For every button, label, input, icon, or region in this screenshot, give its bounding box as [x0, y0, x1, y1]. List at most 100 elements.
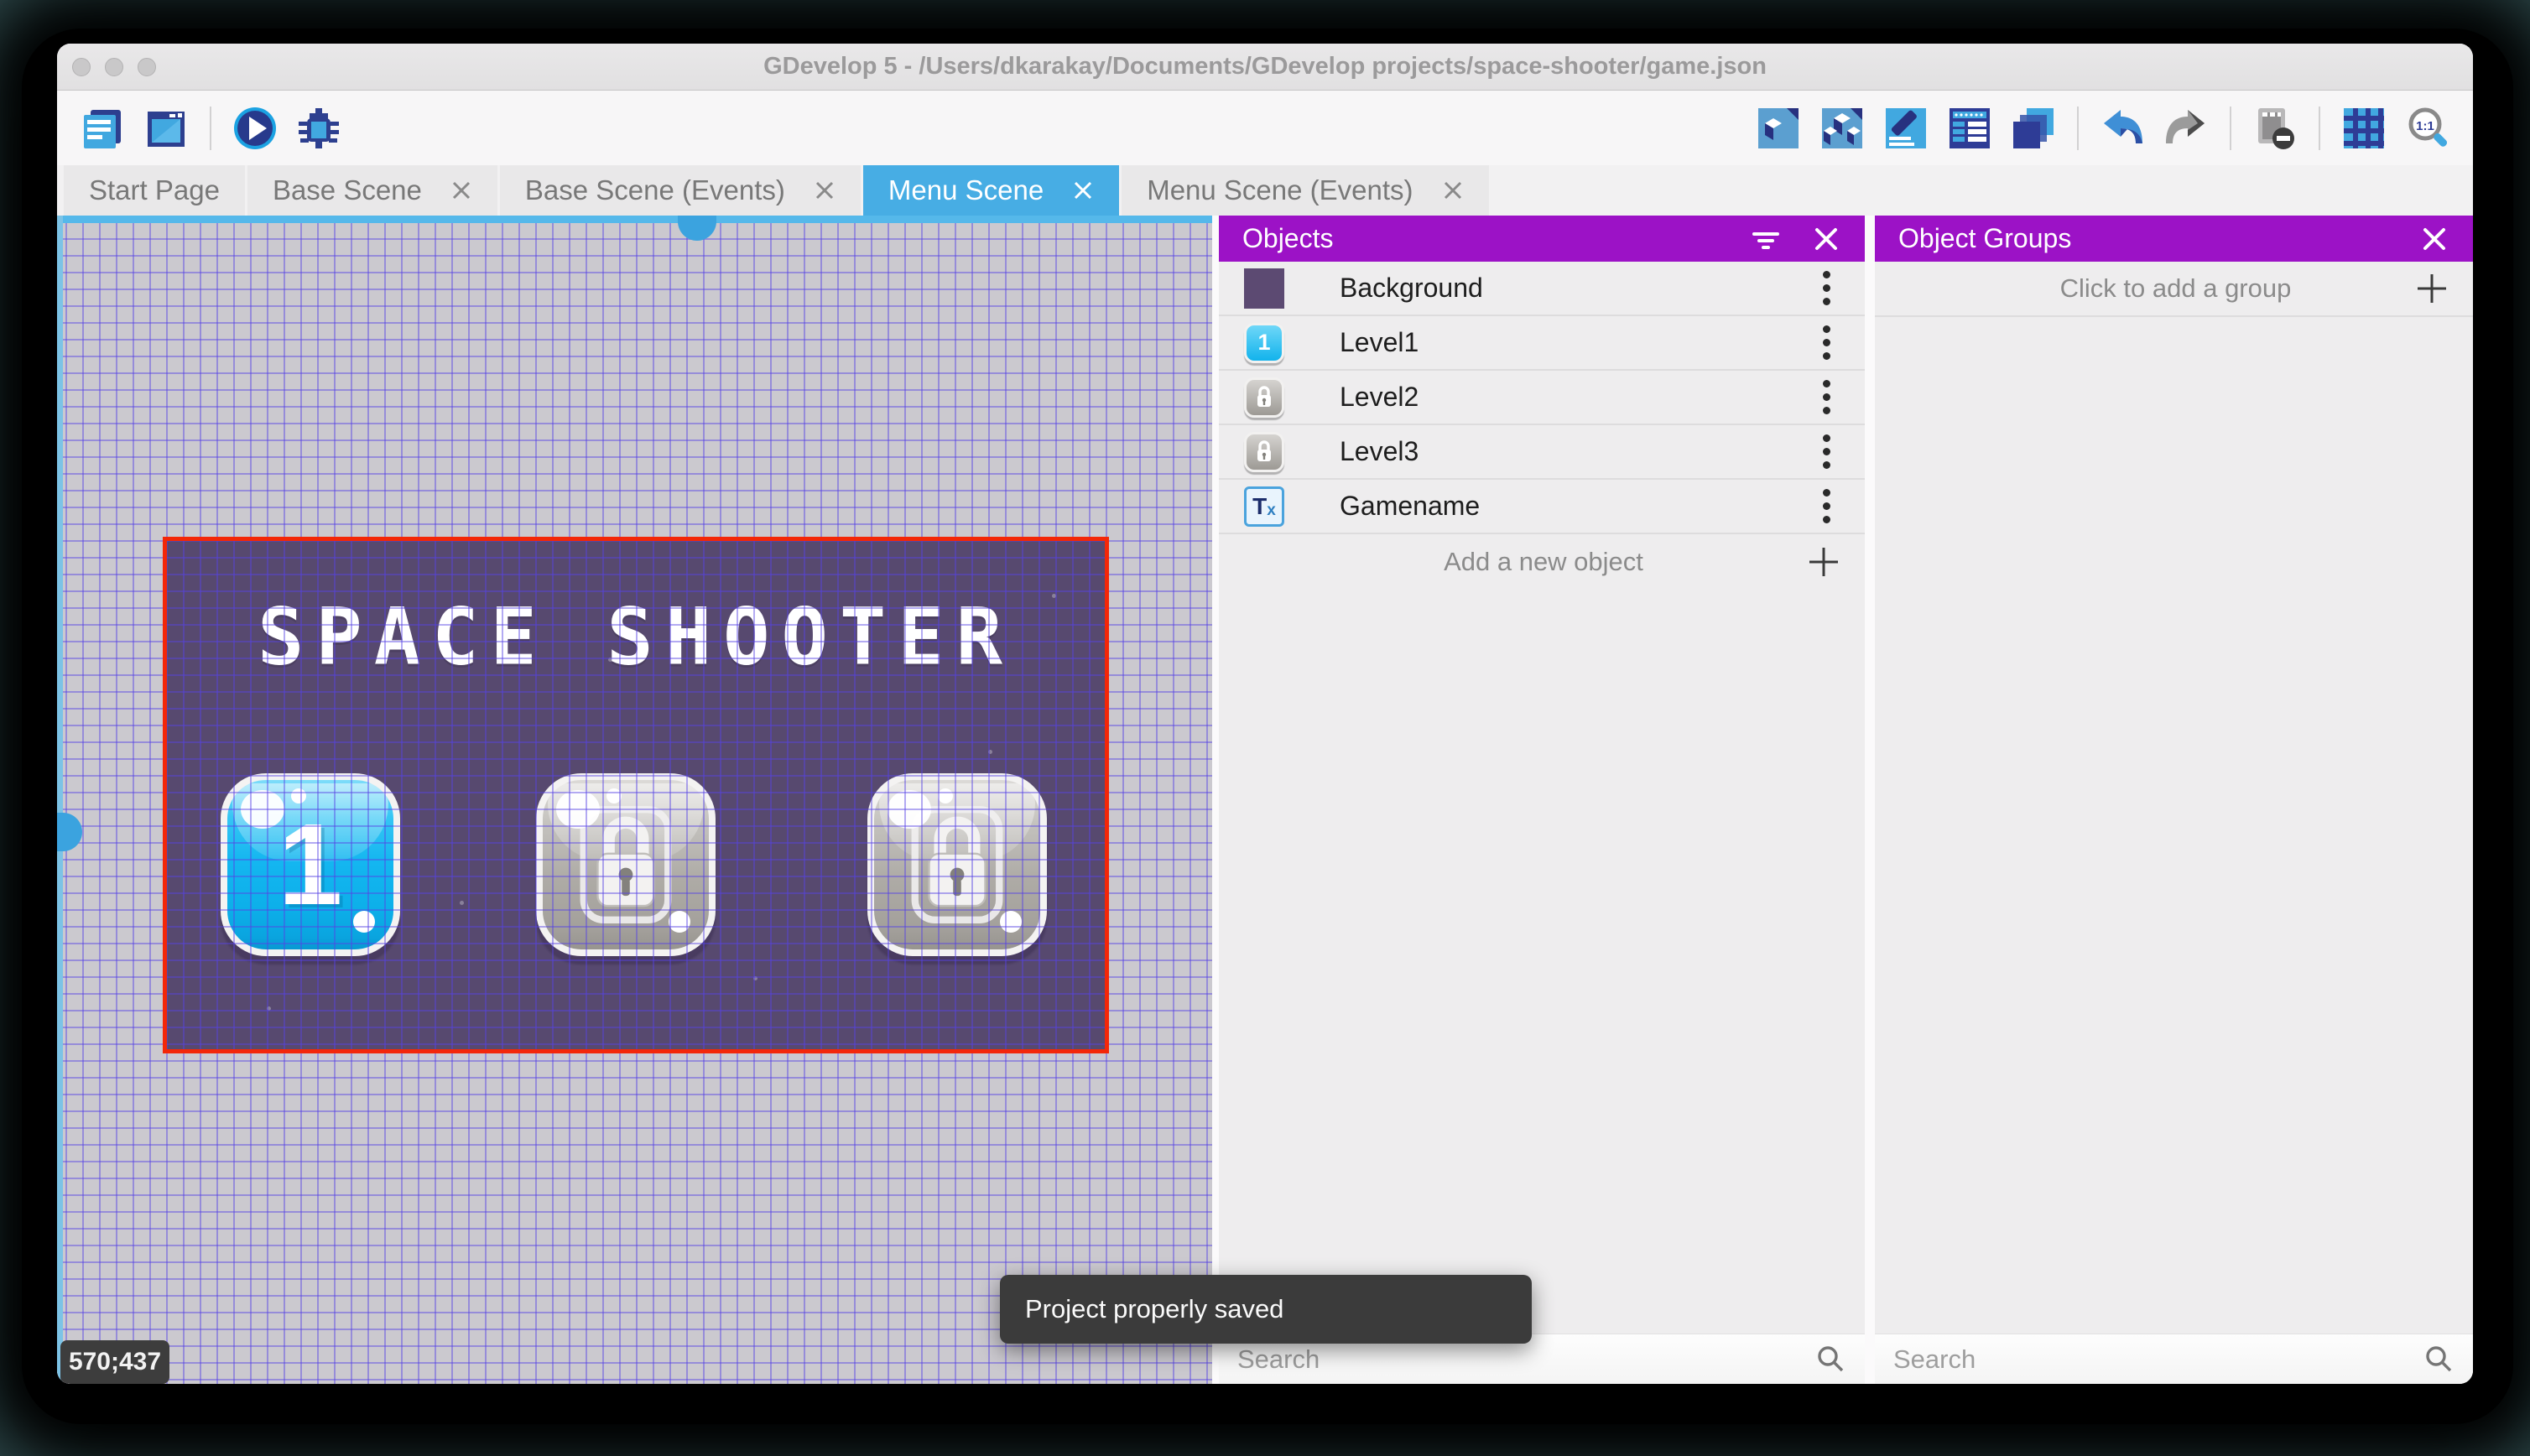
canvas-horizontal-scrollbar[interactable]	[57, 216, 1212, 241]
scene-canvas[interactable]: SPACE SHOOTER 1 570;437	[57, 216, 1212, 1384]
highlight-dot	[353, 911, 375, 933]
main-content: SPACE SHOOTER 1 570;437 Objects Backgrou…	[57, 216, 2473, 1384]
groups-search-input[interactable]	[1893, 1344, 2423, 1375]
instances-list-icon[interactable]	[1946, 105, 1993, 152]
toggle-instances-mask-icon[interactable]	[2251, 105, 2298, 152]
panel-separator[interactable]	[1212, 216, 1219, 1384]
svg-text:1:1: 1:1	[2416, 119, 2434, 133]
object-menu-kebab-icon[interactable]	[1809, 325, 1843, 361]
object-name: Gamename	[1340, 491, 1481, 521]
tab-close-icon[interactable]	[450, 179, 472, 201]
level1-thumbnail: 1	[1244, 322, 1284, 363]
canvas-vertical-scrollbar[interactable]	[57, 216, 82, 1384]
level3-button-sprite[interactable]	[867, 773, 1047, 956]
add-object-row[interactable]: Add a new object	[1219, 534, 1865, 590]
object-name: Level2	[1340, 382, 1419, 412]
objects-search-input[interactable]	[1237, 1344, 1814, 1375]
close-panel-icon[interactable]	[2419, 224, 2449, 254]
object-name: Level3	[1340, 436, 1419, 466]
grid-toggle-icon[interactable]	[2340, 105, 2387, 152]
object-row-level1[interactable]: 1 Level1	[1219, 316, 1865, 371]
redo-icon[interactable]	[2163, 105, 2210, 152]
close-panel-icon[interactable]	[1811, 224, 1841, 254]
star-dot	[460, 901, 464, 905]
project-manager-icon[interactable]	[79, 105, 126, 152]
star-dot	[608, 658, 612, 662]
debug-bug-icon[interactable]	[295, 105, 342, 152]
tab-close-icon[interactable]	[814, 179, 836, 201]
objects-panel-header: Objects	[1219, 216, 1865, 262]
panel-gap	[1865, 216, 1875, 1384]
vertical-scrollbar-thumb[interactable]	[57, 813, 82, 851]
title-bar: GDevelop 5 - /Users/dkarakay/Documents/G…	[57, 44, 2473, 91]
toolbar-divider	[210, 106, 211, 150]
tab-close-icon[interactable]	[1442, 179, 1464, 201]
star-dot	[988, 750, 992, 754]
zoom-original-icon[interactable]: 1:1	[2404, 105, 2451, 152]
object-row-level3[interactable]: Level3	[1219, 425, 1865, 480]
scene-background-instance[interactable]: SPACE SHOOTER 1	[166, 540, 1106, 1050]
star-dot	[267, 1006, 271, 1011]
objects-panel-title: Objects	[1242, 223, 1334, 253]
close-window-button[interactable]	[72, 57, 91, 76]
scene-title-text[interactable]: SPACE SHOOTER	[166, 591, 1106, 683]
add-object-plus-icon[interactable]	[1804, 543, 1843, 581]
objects-editor-icon[interactable]	[1755, 105, 1802, 152]
minimize-window-button[interactable]	[105, 57, 123, 76]
object-row-gamename[interactable]: Tx Gamename	[1219, 480, 1865, 534]
traffic-lights	[72, 57, 156, 76]
add-object-label: Add a new object	[1444, 547, 1643, 576]
background-thumbnail	[1244, 268, 1284, 309]
layers-editor-icon[interactable]	[2010, 105, 2057, 152]
scene-editor-icon[interactable]	[143, 105, 190, 152]
object-groups-panel-title: Object Groups	[1898, 223, 2072, 253]
search-icon[interactable]	[2423, 1344, 2455, 1375]
toast-message: Project properly saved	[1025, 1294, 1284, 1323]
tab-label: Base Scene	[272, 174, 422, 205]
object-name: Level1	[1340, 327, 1419, 357]
objects-panel: Objects Background 1 Level1 Level2 Level…	[1219, 216, 1865, 1384]
tab-menu-scene[interactable]: Menu Scene	[862, 165, 1120, 216]
tab-bar: Start Page Base Scene Base Scene (Events…	[57, 165, 2473, 216]
objects-list: Background 1 Level1 Level2 Level3 T x Ga…	[1219, 262, 1865, 1334]
object-row-level2[interactable]: Level2	[1219, 371, 1865, 425]
horizontal-scrollbar-thumb[interactable]	[678, 216, 716, 241]
tab-start-page[interactable]: Start Page	[64, 165, 245, 216]
tab-base-scene[interactable]: Base Scene	[247, 165, 497, 216]
highlight-blob	[556, 790, 600, 829]
highlight-dot	[669, 911, 690, 933]
object-menu-kebab-icon[interactable]	[1809, 379, 1843, 416]
toolbar-right-group: 1:1	[1747, 105, 2460, 152]
cursor-coordinates-badge: 570;437	[60, 1340, 169, 1384]
highlight-dot	[291, 788, 306, 803]
object-row-background[interactable]: Background	[1219, 262, 1865, 316]
add-group-plus-icon[interactable]	[2413, 269, 2451, 308]
tab-base-scene-events[interactable]: Base Scene (Events)	[499, 165, 861, 216]
undo-icon[interactable]	[2099, 105, 2146, 152]
object-menu-kebab-icon[interactable]	[1809, 270, 1843, 307]
level2-button-sprite[interactable]	[536, 773, 716, 956]
object-menu-kebab-icon[interactable]	[1809, 488, 1843, 525]
search-icon[interactable]	[1814, 1344, 1846, 1375]
tab-menu-scene-events[interactable]: Menu Scene (Events)	[1122, 165, 1489, 216]
toolbar-divider	[2077, 106, 2079, 150]
star-dot	[1052, 594, 1056, 598]
highlight-dot	[938, 788, 953, 803]
object-menu-kebab-icon[interactable]	[1809, 434, 1843, 471]
add-group-label: Click to add a group	[2059, 273, 2292, 303]
object-name: Background	[1340, 273, 1483, 303]
tab-close-icon[interactable]	[1072, 179, 1094, 201]
maximize-window-button[interactable]	[138, 57, 156, 76]
play-preview-icon[interactable]	[232, 105, 279, 152]
level3-thumbnail	[1244, 431, 1284, 472]
filter-icon[interactable]	[1751, 224, 1781, 254]
properties-editor-icon[interactable]	[1882, 105, 1929, 152]
add-group-row[interactable]: Click to add a group	[1875, 262, 2473, 317]
gamename-thumbnail: Tx	[1244, 486, 1284, 527]
object-groups-editor-icon[interactable]	[1819, 105, 1866, 152]
toolbar-divider	[2230, 106, 2231, 150]
window-title: GDevelop 5 - /Users/dkarakay/Documents/G…	[763, 53, 1767, 80]
tab-label: Base Scene (Events)	[524, 174, 785, 205]
level1-button-sprite[interactable]: 1	[221, 773, 400, 956]
groups-search-bar	[1875, 1334, 2473, 1384]
